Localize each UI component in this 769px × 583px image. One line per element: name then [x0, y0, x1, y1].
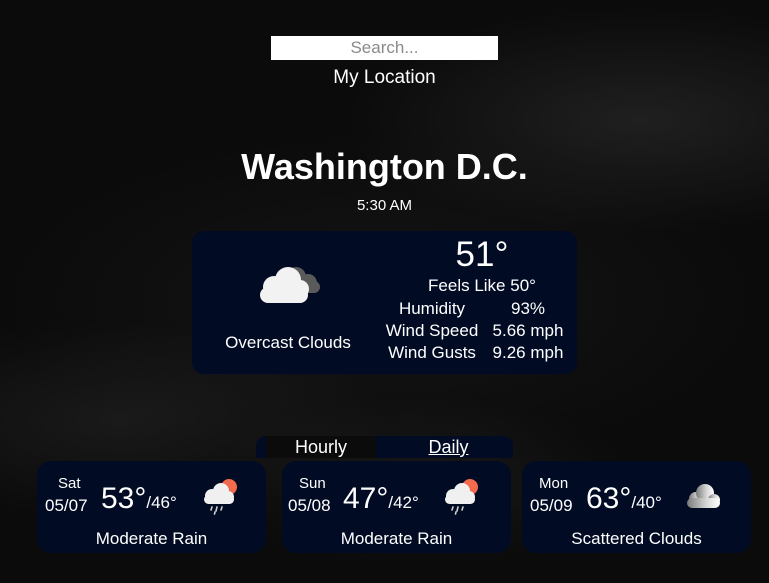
- stat-label: Wind Speed: [385, 321, 479, 340]
- rain-sun-cloud-icon: [445, 479, 478, 515]
- local-time: 5:30 AM: [356, 197, 413, 214]
- forecast-date: 05/09: [530, 496, 573, 515]
- scattered-clouds-icon: [687, 484, 720, 508]
- forecast-temps: 47°/42°: [343, 481, 419, 517]
- my-location-button[interactable]: My Location: [271, 65, 498, 91]
- stat-label: Wind Gusts: [388, 343, 476, 362]
- forecast-high: 63°: [586, 482, 632, 515]
- feels-like: Feels Like 50°: [428, 276, 536, 295]
- stat-value: 93%: [510, 299, 546, 318]
- stat-value: 9.26 mph: [492, 343, 564, 362]
- forecast-condition: Moderate Rain: [340, 529, 453, 548]
- search-input[interactable]: [271, 36, 498, 60]
- city-title: Washington D.C.: [241, 146, 528, 187]
- forecast-day-card: Sat 05/07 53°/46° Moderate Rain: [37, 461, 266, 553]
- stat-wind-speed: Wind Speed 5.66 mph: [378, 320, 578, 342]
- forecast-temps: 63°/40°: [586, 481, 662, 517]
- tab-hourly[interactable]: Hourly: [266, 436, 376, 458]
- current-condition: Overcast Clouds: [225, 333, 351, 352]
- forecast-condition: Scattered Clouds: [571, 529, 702, 548]
- forecast-low: /40°: [631, 493, 662, 512]
- forecast-low: /46°: [146, 493, 177, 512]
- forecast-temps: 53°/46°: [101, 481, 177, 517]
- current-temperature: 51°: [455, 235, 509, 274]
- forecast-low: /42°: [388, 493, 419, 512]
- forecast-condition: Moderate Rain: [95, 529, 208, 548]
- stat-value: 5.66 mph: [492, 321, 564, 340]
- forecast-day-name: Sat: [58, 475, 81, 492]
- forecast-day-name: Mon: [539, 475, 569, 492]
- forecast-high: 47°: [343, 482, 389, 515]
- current-weather-card: Overcast Clouds 51° Feels Like 50° Humid…: [192, 231, 577, 374]
- forecast-day-name: Sun: [299, 475, 326, 492]
- forecast-high: 53°: [101, 482, 147, 515]
- tab-daily[interactable]: Daily: [386, 436, 511, 458]
- rain-sun-cloud-icon: [204, 479, 237, 515]
- forecast-day-card: Mon 05/09 63°/40° Scattered Clouds: [522, 461, 751, 553]
- forecast-date: 05/08: [288, 496, 331, 515]
- stat-wind-gusts: Wind Gusts 9.26 mph: [378, 342, 578, 364]
- forecast-day-card: Sun 05/08 47°/42° Moderate Rain: [282, 461, 511, 553]
- stat-label: Humidity: [398, 299, 466, 318]
- overcast-clouds-icon: [260, 267, 320, 303]
- forecast-date: 05/07: [45, 496, 88, 515]
- forecast-tabs: Hourly Daily: [256, 436, 513, 458]
- stat-humidity: Humidity 93%: [378, 298, 578, 320]
